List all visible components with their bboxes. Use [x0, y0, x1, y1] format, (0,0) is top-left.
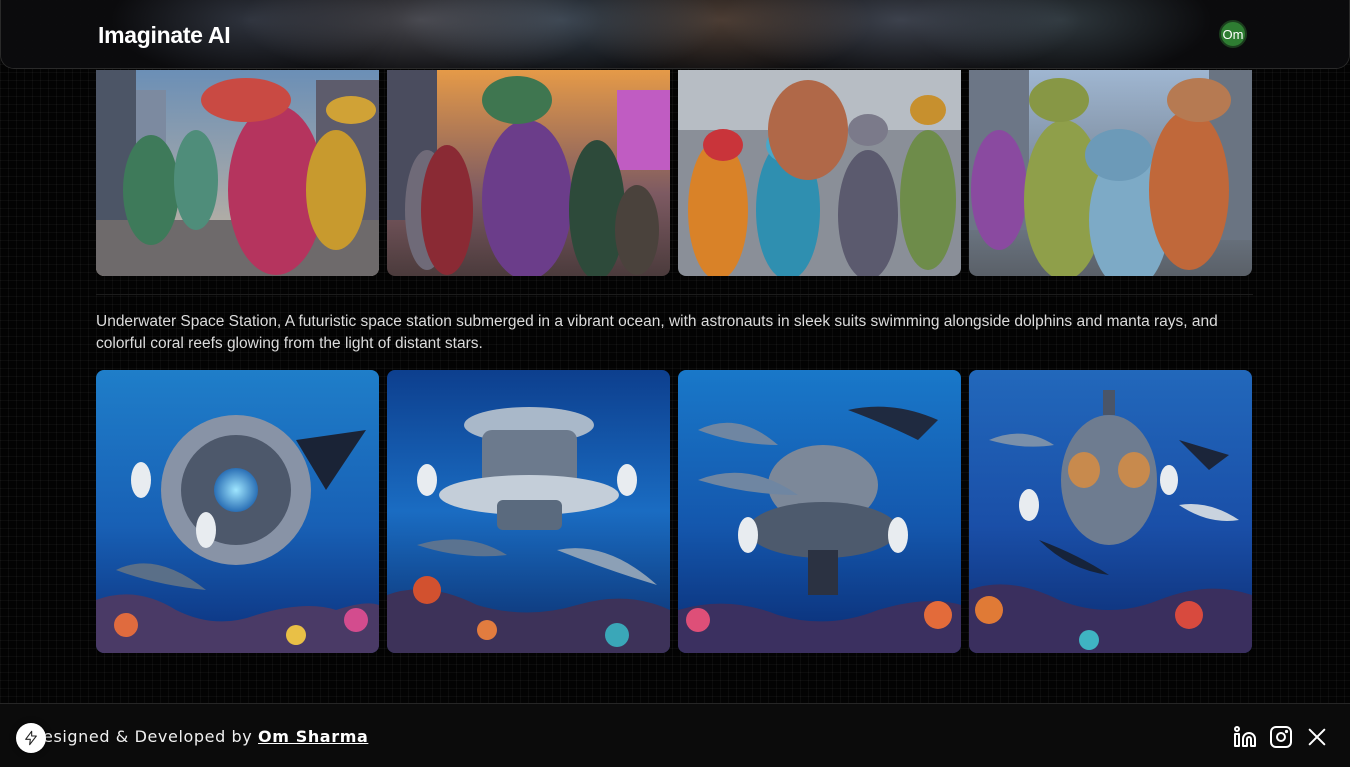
section-divider — [96, 294, 1253, 295]
generated-image[interactable] — [96, 370, 379, 653]
instagram-icon[interactable] — [1269, 725, 1293, 749]
author-link[interactable]: Om Sharma — [258, 727, 368, 746]
bolt-button[interactable] — [16, 723, 46, 753]
generated-image[interactable] — [969, 70, 1252, 276]
top-nav-bar: Imaginate AI Om — [0, 0, 1350, 69]
generated-image[interactable] — [96, 70, 379, 276]
generated-image[interactable] — [387, 70, 670, 276]
generated-image[interactable] — [678, 370, 961, 653]
user-avatar[interactable]: Om — [1219, 20, 1247, 48]
footer-bar: esigned & Developed by Om Sharma — [0, 703, 1350, 767]
generated-image[interactable] — [969, 370, 1252, 653]
linkedin-icon[interactable] — [1233, 725, 1257, 749]
x-icon[interactable] — [1305, 725, 1329, 749]
image-row-underwater-station — [96, 370, 1252, 653]
generated-image[interactable] — [678, 70, 961, 276]
credits-text: esigned & Developed by Om Sharma — [43, 727, 368, 746]
generated-image[interactable] — [387, 370, 670, 653]
credits-prefix: esigned & Developed by — [43, 727, 259, 746]
image-row-dinosaurs — [96, 70, 1252, 276]
app-logo[interactable]: Imaginate AI — [98, 22, 231, 49]
image-prompt-text: Underwater Space Station, A futuristic s… — [96, 313, 1218, 352]
lightning-icon — [25, 730, 37, 746]
